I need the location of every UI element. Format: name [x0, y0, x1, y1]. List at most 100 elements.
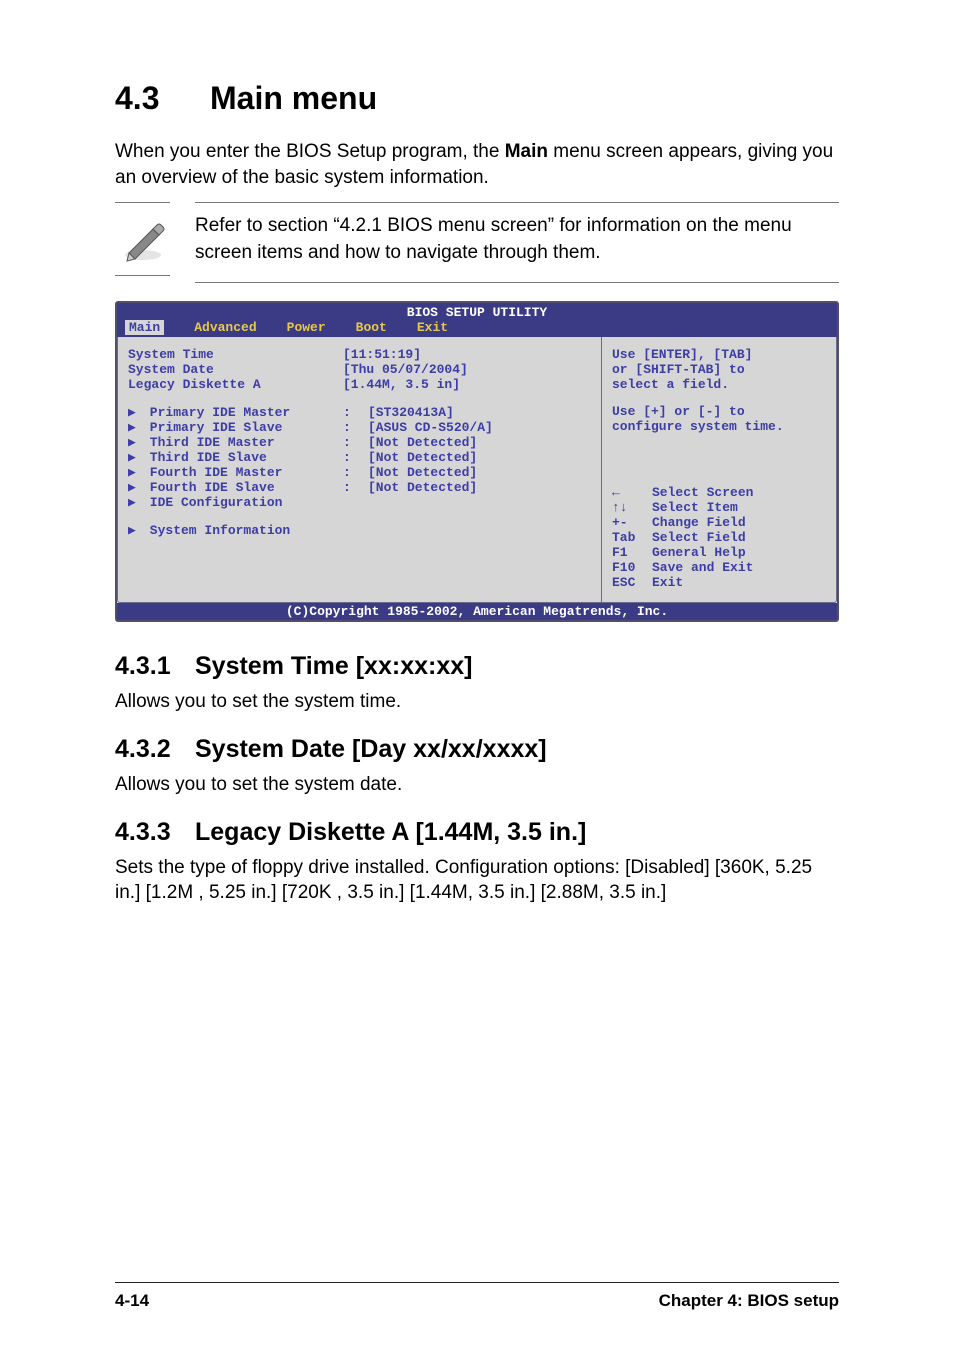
bios-submenu-row: ▶ Fourth IDE Slave:[Not Detected]: [128, 480, 591, 495]
submenu-triangle-icon: ▶: [128, 495, 142, 510]
bios-menu-power: Power: [287, 320, 326, 335]
intro-main-word: Main: [505, 141, 548, 162]
bios-setting-value: [Not Detected]: [368, 450, 591, 465]
submenu-triangle-icon: ▶: [128, 405, 142, 420]
subsection-title: System Date [Day xx/xx/xxxx]: [195, 735, 547, 763]
subsection-body: Sets the type of floppy drive installed.…: [115, 855, 839, 906]
bios-setting-value: [1.44M, 3.5 in]: [343, 377, 591, 392]
bios-submenu-row: ▶ Primary IDE Slave:[ASUS CD-S520/A]: [128, 420, 591, 435]
bios-submenu-row: ▶ Fourth IDE Master:[Not Detected]: [128, 465, 591, 480]
bios-setting-label: System Date: [128, 362, 343, 377]
bios-key-row: F1General Help: [612, 545, 826, 560]
bios-key-key: ↑↓: [612, 500, 652, 515]
bios-key-row: +-Change Field: [612, 515, 826, 530]
bios-key-desc: General Help: [652, 545, 746, 560]
bios-setting-row: System Time[11:51:19]: [128, 347, 591, 362]
bios-setup-screenshot: BIOS SETUP UTILITY Main Advanced Power B…: [115, 301, 839, 622]
bios-help-pane: Use [ENTER], [TAB]or [SHIFT-TAB] toselec…: [602, 337, 837, 603]
bios-copyright: (C)Copyright 1985-2002, American Megatre…: [117, 603, 837, 620]
bios-setting-row: Legacy Diskette A[1.44M, 3.5 in]: [128, 377, 591, 392]
bios-submenu-row: ▶ Primary IDE Master:[ST320413A]: [128, 405, 591, 420]
bios-menu-advanced: Advanced: [194, 320, 256, 335]
intro-text-1: When you enter the BIOS Setup program, t…: [115, 141, 505, 162]
bios-submenu-row: ▶ IDE Configuration: [128, 495, 591, 510]
section-title: Main menu: [210, 80, 377, 116]
chapter-label: Chapter 4: BIOS setup: [659, 1291, 839, 1311]
bios-title: BIOS SETUP UTILITY: [117, 303, 837, 320]
page-footer: 4-14 Chapter 4: BIOS setup: [115, 1282, 839, 1311]
bios-menu-exit: Exit: [417, 320, 448, 335]
bios-key-key: Tab: [612, 530, 652, 545]
bios-setting-label: System Time: [128, 347, 343, 362]
bios-setting-value: [Not Detected]: [368, 435, 591, 450]
bios-key-row: ESCExit: [612, 575, 826, 590]
pencil-note-icon: [119, 215, 167, 263]
bios-setting-label: ▶ Primary IDE Slave: [128, 420, 343, 435]
bios-colon: :: [343, 465, 368, 480]
section-heading: 4.3Main menu: [115, 80, 839, 117]
page-number: 4-14: [115, 1291, 149, 1311]
bios-key-desc: Select Field: [652, 530, 746, 545]
bios-body: System Time[11:51:19]System Date[Thu 05/…: [117, 337, 837, 603]
bios-help-top: Use [ENTER], [TAB]or [SHIFT-TAB] toselec…: [612, 347, 826, 392]
bios-menu-bar: Main Advanced Power Boot Exit: [117, 320, 837, 337]
bios-menu-main: Main: [125, 320, 164, 335]
bios-key-key: ←: [612, 485, 652, 500]
bios-settings-pane: System Time[11:51:19]System Date[Thu 05/…: [117, 337, 602, 603]
bios-colon: :: [343, 420, 368, 435]
bios-setting-label: ▶ Third IDE Master: [128, 435, 343, 450]
bios-key-key: +-: [612, 515, 652, 530]
bios-setting-label: ▶ System Information: [128, 523, 343, 538]
subsection-title: Legacy Diskette A [1.44M, 3.5 in.]: [195, 818, 586, 846]
subsection-body: Allows you to set the system date.: [115, 772, 839, 798]
bios-menu-boot: Boot: [356, 320, 387, 335]
bios-key-key: ESC: [612, 575, 652, 590]
bios-setting-row: System Date[Thu 05/07/2004]: [128, 362, 591, 377]
bios-help-mid: Use [+] or [-] toconfigure system time.: [612, 404, 826, 434]
submenu-triangle-icon: ▶: [128, 480, 142, 495]
bios-setting-label: ▶ Third IDE Slave: [128, 450, 343, 465]
submenu-triangle-icon: ▶: [128, 523, 142, 538]
bios-key-desc: Save and Exit: [652, 560, 753, 575]
subsection-heading: 4.3.3Legacy Diskette A [1.44M, 3.5 in.]: [115, 818, 839, 847]
bios-submenu-row: ▶ Third IDE Slave:[Not Detected]: [128, 450, 591, 465]
bios-colon: :: [343, 405, 368, 420]
bios-submenu-row: ▶ Third IDE Master:[Not Detected]: [128, 435, 591, 450]
submenu-triangle-icon: ▶: [128, 450, 142, 465]
bios-setting-value: [Not Detected]: [368, 480, 591, 495]
bios-setting-label: ▶ Fourth IDE Master: [128, 465, 343, 480]
note-text: Refer to section “4.2.1 BIOS menu screen…: [195, 202, 839, 283]
bios-setting-value: [Not Detected]: [368, 465, 591, 480]
bios-key-row: F10Save and Exit: [612, 560, 826, 575]
subsection-number: 4.3.3: [115, 818, 195, 847]
bios-setting-value: [ASUS CD-S520/A]: [368, 420, 591, 435]
bios-colon: :: [343, 450, 368, 465]
bios-setting-value: [11:51:19]: [343, 347, 591, 362]
subsection-number: 4.3.2: [115, 735, 195, 764]
bios-key-desc: Change Field: [652, 515, 746, 530]
subsection-body: Allows you to set the system time.: [115, 689, 839, 715]
bios-setting-label: Legacy Diskette A: [128, 377, 343, 392]
note-callout: Refer to section “4.2.1 BIOS menu screen…: [115, 202, 839, 283]
bios-setting-label: ▶ Primary IDE Master: [128, 405, 343, 420]
bios-key-key: F1: [612, 545, 652, 560]
bios-colon: :: [343, 435, 368, 450]
bios-submenu-row: ▶ System Information: [128, 523, 591, 538]
submenu-triangle-icon: ▶: [128, 465, 142, 480]
bios-key-key: F10: [612, 560, 652, 575]
bios-key-desc: Select Screen: [652, 485, 753, 500]
bios-colon: :: [343, 480, 368, 495]
subsection-heading: 4.3.1System Time [xx:xx:xx]: [115, 652, 839, 681]
section-number: 4.3: [115, 80, 210, 117]
bios-key-row: TabSelect Field: [612, 530, 826, 545]
submenu-triangle-icon: ▶: [128, 435, 142, 450]
bios-key-row: ↑↓Select Item: [612, 500, 826, 515]
subsection-title: System Time [xx:xx:xx]: [195, 652, 472, 680]
subsection-heading: 4.3.2System Date [Day xx/xx/xxxx]: [115, 735, 839, 764]
note-icon-cell: [115, 202, 170, 276]
subsection-number: 4.3.1: [115, 652, 195, 681]
bios-setting-label: ▶ IDE Configuration: [128, 495, 343, 510]
bios-key-row: ←Select Screen: [612, 485, 826, 500]
bios-setting-label: ▶ Fourth IDE Slave: [128, 480, 343, 495]
bios-setting-value: [Thu 05/07/2004]: [343, 362, 591, 377]
